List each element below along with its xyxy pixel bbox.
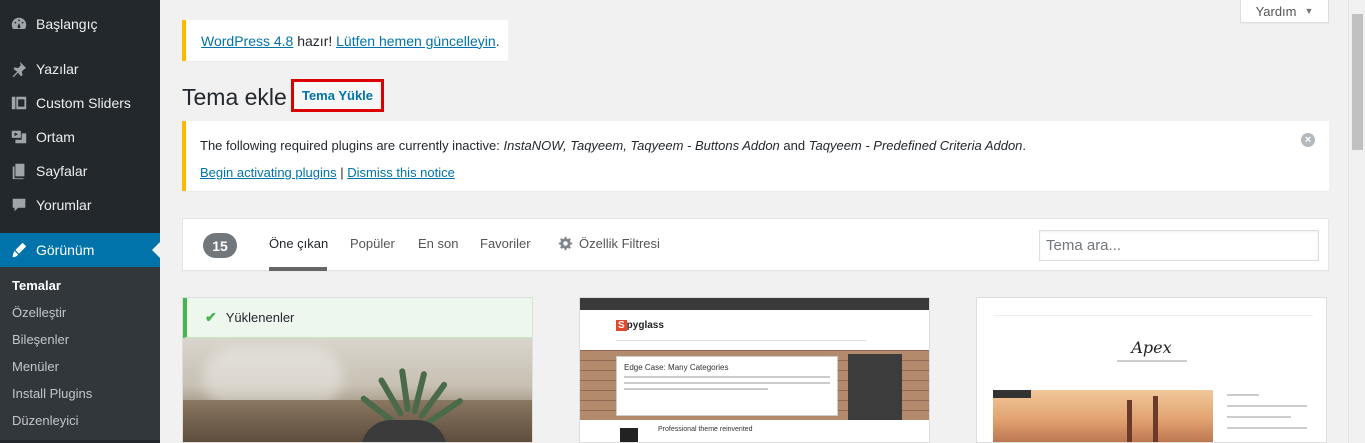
sidebar-item-media[interactable]: Ortam [0, 120, 160, 154]
update-notice: WordPress 4.8 hazır! Lütfen hemen güncel… [182, 20, 508, 61]
preview-post-title: Edge Case: Many Categories [624, 363, 729, 372]
notice-plugins-list: InstaNOW, Taqyeem, Taqyeem - Buttons Add… [503, 138, 780, 153]
notice-plugin-last: Taqyeem - Predefined Criteria Addon [808, 138, 1023, 153]
tab-active-indicator [269, 267, 327, 271]
upload-theme-button[interactable]: Tema Yükle [291, 79, 384, 112]
apex-title: Apex [1131, 338, 1172, 357]
update-notice-text: hazır! [297, 32, 333, 49]
scrollbar-thumb[interactable] [1352, 14, 1363, 150]
pin-icon [9, 59, 29, 79]
sidebar-item-posts[interactable]: Yazılar [0, 52, 160, 86]
submenu-item-themes[interactable]: Temalar [0, 272, 160, 299]
theme-screenshot [993, 390, 1213, 442]
admin-sidebar: Başlangıç Yazılar Custom Sliders Ortam S… [0, 0, 160, 443]
slides-icon [9, 93, 29, 113]
sidebar-item-appearance[interactable]: Görünüm [0, 233, 160, 267]
sidebar-item-dashboard[interactable]: Başlangıç [0, 7, 160, 41]
spyglass-logo: Spyglass [616, 320, 664, 331]
sidebar-item-label: Başlangıç [36, 16, 98, 32]
installed-label: Yüklenenler [225, 310, 295, 325]
theme-search-input[interactable] [1039, 230, 1319, 261]
tab-favorites[interactable]: Favoriler [480, 236, 531, 251]
pages-icon [9, 161, 29, 181]
appearance-submenu: Temalar Özelleştir Bileşenler Menüler In… [0, 267, 160, 440]
page-scrollbar[interactable] [1348, 0, 1365, 443]
comments-icon [9, 195, 29, 215]
caret-down-icon: ▼ [1304, 6, 1314, 16]
preview-post-2-title: Professional theme reinvented [658, 426, 753, 433]
checkmark-icon: ✔ [205, 309, 217, 325]
notice-and: and [783, 138, 806, 153]
gear-icon [558, 236, 573, 251]
theme-card-installed[interactable]: ✔ Yüklenenler [182, 297, 533, 443]
appearance-icon [9, 240, 29, 260]
feature-filter-label: Özellik Filtresi [579, 236, 660, 251]
theme-card-spyglass[interactable]: Spyglass Edge Case: Many Categories Prof… [579, 297, 930, 443]
submenu-item-install-plugins[interactable]: Install Plugins [0, 380, 160, 407]
notice-text: The following required plugins are curre… [200, 138, 500, 153]
dashboard-icon [9, 14, 29, 34]
sidebar-item-label: Görünüm [36, 242, 95, 258]
sidebar-item-label: Sayfalar [36, 163, 88, 179]
notice-dot: . [1022, 138, 1027, 153]
submenu-item-menus[interactable]: Menüler [0, 353, 160, 380]
sidebar-item-label: Yazılar [36, 61, 79, 77]
sidebar-item-label: Ortam [36, 129, 75, 145]
installed-banner: ✔ Yüklenenler [183, 298, 532, 338]
notice-separator: | [340, 165, 344, 180]
tab-featured[interactable]: Öne çıkan [269, 236, 328, 251]
update-now-link[interactable]: Lütfen hemen güncelleyin [336, 33, 496, 49]
sidebar-item-custom-sliders[interactable]: Custom Sliders [0, 86, 160, 120]
theme-card-apex[interactable]: Apex [976, 297, 1327, 443]
sidebar-item-pages[interactable]: Sayfalar [0, 154, 160, 188]
theme-preview-nav [580, 298, 929, 310]
wordpress-version-link[interactable]: WordPress 4.8 [201, 33, 293, 49]
update-notice-end: . [495, 32, 500, 49]
sidebar-item-label: Yorumlar [36, 197, 92, 213]
submenu-item-widgets[interactable]: Bileşenler [0, 326, 160, 353]
page-title: Tema ekle [182, 84, 287, 110]
begin-activating-link[interactable]: Begin activating plugins [200, 165, 337, 180]
help-tab-button[interactable]: Yardım ▼ [1240, 0, 1329, 23]
help-tab-label: Yardım [1255, 3, 1297, 19]
media-icon [9, 127, 29, 147]
theme-count-badge: 15 [203, 233, 237, 258]
required-plugins-notice: The following required plugins are curre… [182, 121, 1329, 191]
feature-filter-button[interactable]: Özellik Filtresi [558, 236, 660, 251]
sidebar-item-label: Custom Sliders [36, 95, 131, 111]
tab-popular[interactable]: Popüler [350, 236, 395, 251]
theme-screenshot [183, 338, 532, 442]
submenu-item-customize[interactable]: Özelleştir [0, 299, 160, 326]
theme-filter-bar: 15 Öne çıkan Popüler En son Favoriler Öz… [182, 218, 1329, 271]
dismiss-icon[interactable]: × [1301, 133, 1315, 147]
tab-latest[interactable]: En son [418, 236, 458, 251]
sidebar-item-comments[interactable]: Yorumlar [0, 188, 160, 222]
preview-post: Edge Case: Many Categories [616, 356, 838, 416]
submenu-item-editor[interactable]: Düzenleyici [0, 407, 160, 434]
dismiss-notice-link[interactable]: Dismiss this notice [347, 165, 455, 180]
